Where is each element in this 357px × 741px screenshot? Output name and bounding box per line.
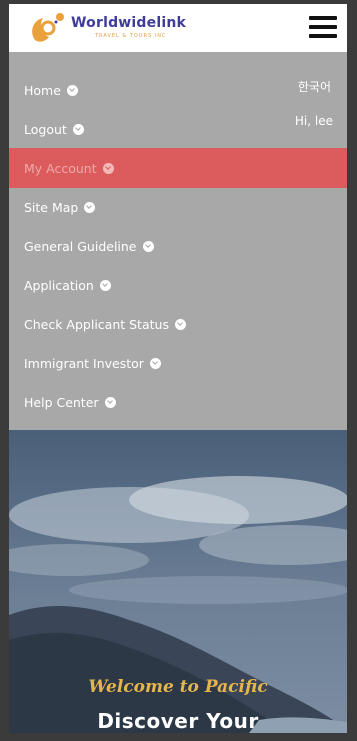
nav-item-site-map[interactable]: Site Map [9,187,347,227]
chevron-down-icon [104,396,116,408]
language-link[interactable]: 한국어 [298,78,331,95]
nav-item-label: Immigrant Investor [24,355,144,371]
nav-item-general-guideline[interactable]: General Guideline [9,226,347,266]
chevron-down-icon [84,201,96,213]
chevron-down-icon [142,240,154,252]
nav-menu: Home Logout My Account Site Map General … [9,52,347,430]
nav-item-check-applicant-status[interactable]: Check Applicant Status [9,304,347,344]
chevron-down-icon [174,318,186,330]
chevron-down-icon [102,162,114,174]
chevron-down-icon [149,357,161,369]
nav-item-label: Home [24,82,61,98]
hero-headline: Discover Your [97,709,259,733]
brand-name[interactable]: Worldwidelink [71,15,186,31]
brand-tagline: TRAVEL & TOURS INC [95,33,167,39]
nav-item-label: Site Map [24,199,79,215]
nav-item-application[interactable]: Application [9,265,347,305]
nav-item-label: Check Applicant Status [24,316,169,332]
app-frame: Worldwidelink TRAVEL & TOURS INC Home Lo… [9,4,347,733]
welcome-heading: Welcome to Pacific [88,677,268,697]
hamburger-icon[interactable] [309,16,337,38]
nav-item-label: Application [24,277,94,293]
nav-item-home[interactable]: Home [9,70,347,110]
nav-item-label: Logout [24,121,67,137]
nav-item-label: My Account [24,160,97,176]
hero-banner: Welcome to Pacific Discover Your [9,430,347,733]
chevron-down-icon [66,84,78,96]
nav-item-label: General Guideline [24,238,137,254]
nav-item-my-account[interactable]: My Account [9,148,347,188]
nav-item-label: Help Center [24,394,99,410]
nav-item-help-center[interactable]: Help Center [9,382,347,422]
nav-item-immigrant-investor[interactable]: Immigrant Investor [9,343,347,383]
chevron-down-icon [99,279,111,291]
user-greeting: Hi, lee [294,114,333,128]
site-header: Worldwidelink TRAVEL & TOURS INC [9,4,347,52]
logo-icon[interactable] [27,10,67,48]
chevron-down-icon [72,123,84,135]
